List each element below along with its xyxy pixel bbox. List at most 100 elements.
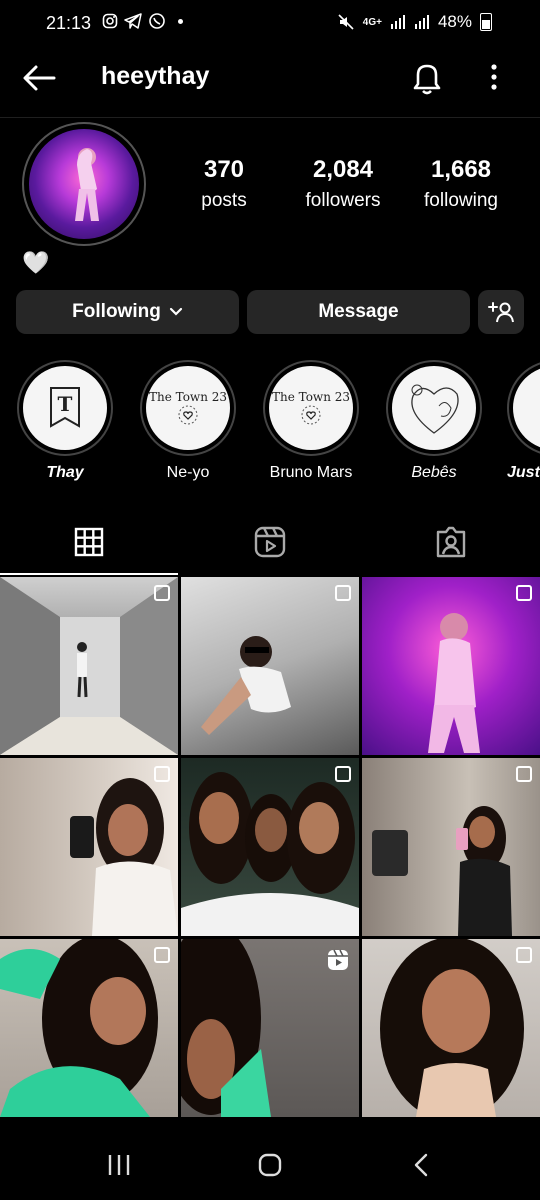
highlight-ring bbox=[507, 360, 540, 456]
following-value: 1,668 bbox=[430, 156, 492, 183]
bio-heart: 🤍 bbox=[22, 250, 50, 275]
whatsapp-icon bbox=[149, 13, 165, 29]
grid-post[interactable] bbox=[181, 758, 359, 936]
highlight-ne-yo[interactable]: The Town 23 Ne-yo bbox=[138, 360, 238, 482]
carousel-icon bbox=[335, 585, 351, 601]
highlight-label: Just bbox=[507, 464, 540, 481]
highlight-ring: T bbox=[17, 360, 113, 456]
post-photo bbox=[70, 778, 178, 936]
heart-outline-icon bbox=[301, 405, 321, 425]
highlight-cover bbox=[392, 366, 476, 450]
avatar-photo bbox=[29, 129, 139, 239]
back-icon[interactable] bbox=[408, 1152, 434, 1178]
floral-heart-icon bbox=[411, 384, 459, 434]
recent-apps-icon[interactable] bbox=[106, 1152, 132, 1178]
posts-label: posts bbox=[201, 190, 247, 211]
battery-percent: 48% bbox=[437, 12, 472, 31]
carousel-icon bbox=[516, 766, 532, 782]
profile-avatar[interactable] bbox=[22, 122, 146, 246]
header-divider bbox=[0, 117, 540, 118]
grid-icon bbox=[74, 527, 104, 557]
carousel-icon bbox=[154, 766, 170, 782]
grid-post[interactable] bbox=[362, 939, 540, 1117]
profile-username: heeythay bbox=[101, 62, 210, 90]
highlight-ring: The Town 23 bbox=[263, 360, 359, 456]
signal-icon-2 bbox=[414, 15, 429, 29]
following-count[interactable]: 1,668 following bbox=[401, 156, 521, 212]
followers-value: 2,084 bbox=[312, 156, 374, 183]
followers-label: followers bbox=[305, 190, 381, 211]
tab-tagged[interactable] bbox=[421, 522, 481, 562]
signal-icon bbox=[390, 15, 405, 29]
following-button-label: Following bbox=[72, 301, 161, 322]
reel-icon bbox=[328, 949, 348, 970]
highlight-cover bbox=[513, 366, 540, 450]
more-notifications-dot bbox=[178, 18, 183, 24]
highlight-label: Bruno Mars bbox=[269, 464, 353, 481]
carousel-icon bbox=[154, 585, 170, 601]
mute-icon bbox=[338, 14, 354, 30]
active-tab-indicator bbox=[0, 573, 178, 575]
suggested-people-button[interactable] bbox=[478, 290, 524, 334]
status-notification-icons bbox=[102, 12, 183, 30]
highlight-bruno-mars[interactable]: The Town 23 Bruno Mars bbox=[261, 360, 361, 482]
grid-post[interactable] bbox=[181, 577, 359, 755]
carousel-icon bbox=[335, 766, 351, 782]
battery-icon bbox=[480, 13, 492, 31]
post-photo bbox=[181, 772, 359, 936]
highlight-thay[interactable]: T Thay bbox=[15, 360, 115, 482]
tagged-icon bbox=[436, 526, 466, 558]
following-button[interactable]: Following bbox=[16, 290, 239, 334]
home-icon[interactable] bbox=[257, 1152, 283, 1178]
tab-reels[interactable] bbox=[240, 522, 300, 562]
svg-text:T: T bbox=[58, 392, 73, 416]
post-photo bbox=[428, 613, 480, 753]
post-photo bbox=[372, 806, 512, 936]
highlight-bebes[interactable]: Bebês bbox=[384, 360, 484, 482]
highlight-cover: T bbox=[23, 366, 107, 450]
carousel-icon bbox=[516, 585, 532, 601]
highlight-just[interactable]: Just bbox=[507, 360, 540, 482]
instagram-icon bbox=[102, 13, 118, 29]
post-photo bbox=[0, 577, 178, 755]
heart-outline-icon bbox=[178, 405, 198, 425]
carousel-icon bbox=[154, 947, 170, 963]
bell-icon[interactable] bbox=[410, 60, 444, 96]
telegram-icon bbox=[124, 13, 142, 29]
status-time: 21:13 bbox=[46, 13, 92, 33]
status-system-icons: 4G+ 48% bbox=[337, 12, 492, 32]
network-type: 4G+ bbox=[362, 16, 382, 28]
highlight-ring bbox=[386, 360, 482, 456]
grid-post[interactable] bbox=[181, 939, 359, 1117]
profile-tabs bbox=[0, 510, 540, 574]
grid-post[interactable] bbox=[362, 758, 540, 936]
highlight-cover-text: The Town 23 bbox=[148, 390, 228, 404]
message-button-label: Message bbox=[318, 301, 399, 322]
back-arrow-icon[interactable] bbox=[20, 58, 60, 98]
grid-post[interactable] bbox=[0, 939, 178, 1117]
grid-post[interactable] bbox=[0, 758, 178, 936]
grid-post[interactable] bbox=[362, 577, 540, 755]
posts-value: 370 bbox=[203, 156, 245, 183]
avatar-figure bbox=[75, 148, 99, 221]
following-label: following bbox=[424, 190, 498, 211]
post-photo bbox=[0, 939, 158, 1117]
more-options-icon[interactable] bbox=[482, 62, 506, 92]
system-navigation-bar bbox=[0, 1134, 540, 1200]
letter-t-icon: T bbox=[50, 387, 80, 428]
highlight-ring: The Town 23 bbox=[140, 360, 236, 456]
highlight-cover-text: The Town 23 bbox=[271, 390, 351, 404]
add-person-icon bbox=[488, 302, 514, 323]
highlight-cover: The Town 23 bbox=[146, 366, 230, 450]
message-button[interactable]: Message bbox=[247, 290, 470, 334]
highlight-label: Thay bbox=[46, 464, 84, 481]
tab-grid[interactable] bbox=[59, 522, 119, 562]
post-photo bbox=[380, 939, 524, 1117]
status-bar: 21:13 4G+ 48% bbox=[0, 0, 540, 48]
posts-count[interactable]: 370 posts bbox=[164, 156, 284, 212]
followers-count[interactable]: 2,084 followers bbox=[283, 156, 403, 212]
post-photo bbox=[201, 636, 291, 735]
profile-header: heeythay bbox=[0, 52, 540, 102]
grid-post[interactable] bbox=[0, 577, 178, 755]
highlight-label: Ne-yo bbox=[166, 464, 210, 481]
